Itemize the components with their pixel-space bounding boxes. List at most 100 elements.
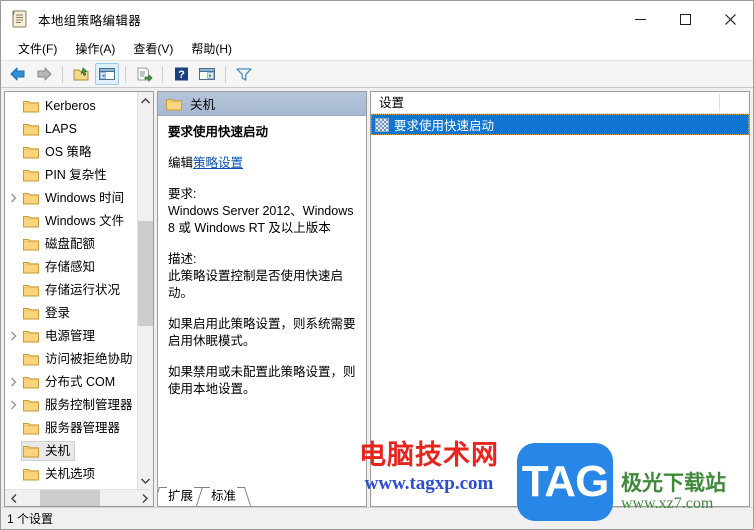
scroll-up-icon[interactable] (138, 92, 154, 109)
tree-item-16[interactable]: 关机选项 (5, 462, 137, 485)
tree-item-content: OS 策略 (21, 142, 97, 162)
tree-item-label: 服务控制管理器 (45, 397, 133, 412)
close-button[interactable] (708, 1, 753, 37)
tree-item-label: 关机选项 (45, 466, 96, 481)
menu-help[interactable]: 帮助(H) (182, 38, 241, 59)
toolbar-separator (225, 65, 226, 83)
column-setting[interactable]: 设置 (371, 92, 719, 114)
tree-item-label: OS 策略 (45, 144, 92, 159)
tree-item-content: PIN 复杂性 (21, 165, 112, 185)
filter-icon[interactable] (232, 63, 256, 85)
chevron-right-icon[interactable] (7, 393, 20, 416)
tree-item-4[interactable]: Windows 时间 (5, 186, 137, 209)
back-icon[interactable] (6, 63, 30, 85)
show-hide-console-tree-icon[interactable] (95, 63, 119, 85)
tree-item-10[interactable]: 电源管理 (5, 324, 137, 347)
tree-item-content: 访问被拒绝协助 (21, 349, 137, 369)
tree-item-13[interactable]: 服务控制管理器 (5, 393, 137, 416)
folder-icon (23, 467, 39, 481)
folder-icon (23, 122, 39, 136)
tree-scroll-track[interactable] (137, 109, 153, 472)
policy-tree[interactable]: Kerberos LAPS OS 策略 PIN 复杂性 Windows 时间 Window… (5, 92, 137, 489)
chevron-right-icon[interactable] (7, 186, 20, 209)
title-bar: 本地组策略编辑器 (1, 1, 753, 37)
tree-item-1[interactable]: LAPS (5, 117, 137, 140)
policy-title: 要求使用快速启动 (168, 125, 269, 139)
status-text: 1 个设置 (7, 512, 54, 526)
tree-item-2[interactable]: OS 策略 (5, 140, 137, 163)
tree-item-9[interactable]: 登录 (5, 301, 137, 324)
folder-icon (23, 168, 39, 182)
up-one-level-icon[interactable] (69, 63, 93, 85)
folder-icon (23, 237, 39, 251)
tree-item-content: LAPS (21, 119, 82, 139)
chevron-right-icon[interactable] (7, 370, 20, 393)
scroll-left-icon[interactable] (5, 490, 22, 507)
folder-icon (23, 145, 39, 159)
tree-item-8[interactable]: 存储运行状况 (5, 278, 137, 301)
extended-view-header: 关机 (158, 92, 366, 116)
local-group-policy-editor-window: 本地组策略编辑器 文件(F) 操作(A) 查看(V) 帮助(H) ? Kerbe… (0, 0, 754, 530)
requirement-label: 要求: (168, 187, 197, 201)
forward-icon[interactable] (32, 63, 56, 85)
tree-vertical-scrollbar[interactable] (137, 92, 153, 489)
show-action-pane-icon[interactable] (195, 63, 219, 85)
tab-extended[interactable]: 扩展 (162, 487, 200, 506)
tree-item-3[interactable]: PIN 复杂性 (5, 163, 137, 186)
menu-file[interactable]: 文件(F) (9, 38, 66, 59)
tree-scroll-thumb[interactable] (137, 221, 153, 326)
tree-item-content: Windows 时间 (21, 188, 129, 208)
requirement-block: 要求: Windows Server 2012、Windows 8 或 Wind… (168, 186, 358, 237)
table-row[interactable]: 要求使用快速启动 (371, 114, 749, 135)
tree-item-11[interactable]: 访问被拒绝协助 (5, 347, 137, 370)
folder-icon (166, 97, 182, 111)
tree-item-5[interactable]: Windows 文件 (5, 209, 137, 232)
export-list-icon[interactable] (132, 63, 156, 85)
tree-item-6[interactable]: 磁盘配额 (5, 232, 137, 255)
description-paragraph-2: 如果启用此策略设置，则系统需要启用休眠模式。 (168, 317, 356, 348)
tree-item-14[interactable]: 服务器管理器 (5, 416, 137, 439)
help-icon[interactable]: ? (169, 63, 193, 85)
edit-policy-setting-link[interactable]: 策略设置 (193, 156, 243, 170)
tree-hscroll-track[interactable] (22, 489, 136, 506)
folder-icon (23, 375, 39, 389)
settings-column-header[interactable]: 设置 (371, 92, 749, 114)
tree-hscroll-thumb[interactable] (40, 489, 100, 506)
tree-item-content: 服务器管理器 (21, 418, 125, 438)
menu-action[interactable]: 操作(A) (66, 38, 124, 59)
tree-item-0[interactable]: Kerberos (5, 94, 137, 117)
tree-item-12[interactable]: 分布式 COM (5, 370, 137, 393)
edit-policy-line: 编辑策略设置 (168, 155, 358, 172)
scroll-down-icon[interactable] (138, 472, 154, 489)
maximize-button[interactable] (663, 1, 708, 37)
minimize-button[interactable] (618, 1, 663, 37)
column-divider[interactable] (719, 94, 720, 111)
tree-item-content: 服务控制管理器 (21, 395, 137, 415)
tree-item-content: Kerberos (21, 96, 101, 116)
status-bar: 1 个设置 (1, 507, 753, 529)
toolbar: ? (1, 61, 753, 88)
tree-item-15[interactable]: 关机 (5, 439, 137, 462)
tree-horizontal-scrollbar[interactable] (5, 489, 153, 506)
tree-item-17[interactable]: 缓解选项 (5, 485, 137, 489)
settings-rows[interactable]: 要求使用快速启动 (371, 114, 749, 506)
window-title: 本地组策略编辑器 (38, 13, 142, 28)
tree-item-7[interactable]: 存储感知 (5, 255, 137, 278)
policy-setting-icon (375, 117, 389, 132)
chevron-right-icon[interactable] (7, 324, 20, 347)
tab-standard[interactable]: 标准 (205, 487, 243, 506)
edit-prefix-label: 编辑 (168, 156, 194, 170)
menu-view[interactable]: 查看(V) (124, 38, 182, 59)
extended-view-title: 关机 (190, 98, 216, 112)
folder-icon (23, 191, 39, 205)
policy-editor-icon (10, 8, 32, 30)
scroll-right-icon[interactable] (136, 490, 153, 507)
tree-item-label: 电源管理 (45, 328, 96, 343)
main-body: Kerberos LAPS OS 策略 PIN 复杂性 Windows 时间 Window… (1, 88, 753, 507)
